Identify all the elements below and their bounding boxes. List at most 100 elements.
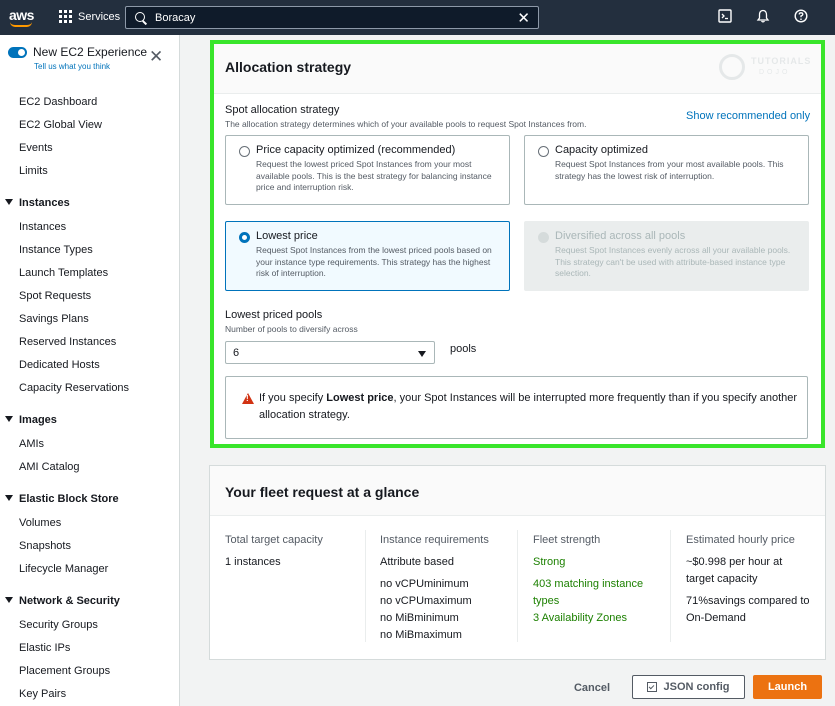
new-experience-row: New EC2 Experience — [8, 45, 147, 59]
caret-down-icon — [5, 416, 13, 422]
radio-button-selected[interactable] — [239, 232, 250, 243]
clear-search-icon[interactable]: ✕ — [517, 9, 530, 27]
cancel-button[interactable]: Cancel — [562, 676, 622, 700]
radio-button[interactable] — [239, 146, 250, 157]
search-input[interactable] — [155, 11, 515, 24]
glance-header: Your fleet request at a glance — [210, 466, 825, 516]
pools-select-value: 6 — [233, 347, 240, 359]
aws-smile-icon — [10, 22, 32, 27]
notifications-icon[interactable] — [755, 9, 771, 25]
spot-allocation-label: Spot allocation strategy — [225, 104, 340, 116]
sidebar-item-placement-groups[interactable]: Placement Groups — [19, 665, 110, 677]
caret-down-icon — [418, 351, 426, 357]
sidebar-item-capacity-reservations[interactable]: Capacity Reservations — [19, 382, 129, 394]
search-box[interactable]: ✕ — [125, 6, 539, 29]
close-sidebar-icon[interactable]: ✕ — [149, 48, 163, 65]
sidebar-section-images[interactable]: Images — [5, 414, 57, 426]
column-heading: Fleet strength — [533, 534, 601, 546]
warning-icon — [242, 393, 254, 404]
requirement-line: no vCPUminimum — [380, 578, 469, 590]
option-title: Capacity optimized — [555, 144, 648, 156]
sidebar-item-ami-catalog[interactable]: AMI Catalog — [19, 461, 80, 473]
glance-title: Your fleet request at a glance — [225, 484, 420, 500]
requirement-line: no vCPUmaximum — [380, 595, 472, 607]
sidebar-item-limits[interactable]: Limits — [19, 165, 48, 177]
capacity-value: 1 instances — [225, 556, 281, 568]
option-description: Request Spot Instances from the lowest p… — [256, 245, 492, 278]
sidebar-item-key-pairs[interactable]: Key Pairs — [19, 688, 66, 700]
sidebar-item-dedicated-hosts[interactable]: Dedicated Hosts — [19, 359, 100, 371]
column-heading: Instance requirements — [380, 534, 489, 546]
sidebar-item-security-groups[interactable]: Security Groups — [19, 619, 98, 631]
column-divider — [365, 530, 366, 642]
sidebar-item-spot-requests[interactable]: Spot Requests — [19, 290, 91, 302]
radio-button[interactable] — [538, 146, 549, 157]
watermark-logo-icon — [719, 54, 745, 80]
requirements-value: Attribute based — [380, 556, 454, 568]
new-experience-toggle[interactable] — [8, 47, 27, 58]
sidebar-item-savings-plans[interactable]: Savings Plans — [19, 313, 89, 325]
sidebar-item-ec2-dashboard[interactable]: EC2 Dashboard — [19, 96, 97, 108]
sidebar-section-elastic-block-store[interactable]: Elastic Block Store — [5, 493, 119, 505]
savings-value: 71%savings compared to On-Demand — [686, 595, 810, 624]
help-icon[interactable] — [793, 9, 809, 25]
sidebar-item-ec2-global-view[interactable]: EC2 Global View — [19, 119, 102, 131]
sidebar-item-elastic-ips[interactable]: Elastic IPs — [19, 642, 70, 654]
sidebar-item-amis[interactable]: AMIs — [19, 438, 44, 450]
fleet-strength-column: Fleet strength Strong 403 matching insta… — [533, 532, 663, 627]
fleet-strength-value: Strong — [533, 556, 566, 568]
sidebar-section-instances[interactable]: Instances — [5, 197, 70, 209]
matching-instance-types: 403 matching instance types — [533, 578, 644, 607]
sidebar-item-instances[interactable]: Instances — [19, 221, 66, 233]
watermark-line-1: TUTORIALS — [751, 56, 812, 66]
requirement-line: no MiBmaximum — [380, 629, 462, 641]
column-divider — [670, 530, 671, 642]
caret-down-icon — [5, 199, 13, 205]
option-price-capacity-optimized[interactable]: Price capacity optimized (recommended) R… — [225, 135, 510, 205]
option-title: Diversified across all pools — [555, 230, 686, 242]
new-experience-label: New EC2 Experience — [33, 45, 148, 59]
launch-button[interactable]: Launch — [753, 675, 822, 699]
services-menu-button[interactable]: Services — [59, 10, 120, 23]
option-lowest-price[interactable]: Lowest price Request Spot Instances from… — [225, 221, 510, 291]
services-label: Services — [78, 10, 121, 23]
feedback-link[interactable]: Tell us what you think — [34, 62, 110, 71]
aws-logo-text: aws — [9, 7, 34, 23]
grid-icon — [59, 10, 72, 23]
sidebar-item-launch-templates[interactable]: Launch Templates — [19, 267, 108, 279]
option-title: Lowest price — [256, 230, 318, 242]
instance-requirements-column: Instance requirements Attribute based no… — [380, 532, 510, 644]
tutorials-dojo-watermark: TUTORIALS DOJO — [719, 52, 810, 82]
sidebar-item-lifecycle-manager[interactable]: Lifecycle Manager — [19, 563, 108, 575]
column-divider — [517, 530, 518, 642]
lowest-price-warning: If you specify Lowest price, your Spot I… — [225, 376, 808, 439]
option-title: Price capacity optimized (recommended) — [256, 144, 456, 156]
allocation-strategy-title: Allocation strategy — [225, 59, 352, 75]
json-config-button[interactable]: JSON config — [632, 675, 745, 699]
warning-text: If you specify Lowest price, your Spot I… — [259, 392, 798, 421]
option-description: Request Spot Instances from your most av… — [555, 159, 784, 181]
aws-logo[interactable]: aws — [9, 7, 34, 27]
sidebar-item-volumes[interactable]: Volumes — [19, 517, 61, 529]
requirement-line: no MiBminimum — [380, 612, 459, 624]
pools-select[interactable]: 6 — [225, 341, 435, 364]
sidebar: New EC2 Experience Tell us what you thin… — [0, 35, 180, 706]
show-recommended-link[interactable]: Show recommended only — [686, 110, 810, 122]
sidebar-section-network-security[interactable]: Network & Security — [5, 595, 120, 607]
top-navigation-bar: aws Services ✕ — [0, 0, 835, 35]
cloudshell-icon[interactable] — [717, 9, 733, 25]
option-capacity-optimized[interactable]: Capacity optimized Request Spot Instance… — [524, 135, 809, 205]
sidebar-item-snapshots[interactable]: Snapshots — [19, 540, 71, 552]
sidebar-item-reserved-instances[interactable]: Reserved Instances — [19, 336, 116, 348]
option-description: Request the lowest priced Spot Instances… — [256, 159, 492, 192]
option-diversified-across-all-pools: Diversified across all pools Request Spo… — [524, 221, 809, 291]
pools-suffix: pools — [450, 343, 477, 355]
availability-zones: 3 Availability Zones — [533, 612, 627, 624]
watermark-line-2: DOJO — [759, 69, 791, 76]
sidebar-item-events[interactable]: Events — [19, 142, 53, 154]
sidebar-item-instance-types[interactable]: Instance Types — [19, 244, 93, 256]
search-icon — [135, 11, 147, 24]
radio-button-disabled — [538, 232, 549, 243]
fleet-request-glance-panel: Your fleet request at a glance Total tar… — [209, 465, 826, 660]
download-icon — [647, 682, 658, 692]
